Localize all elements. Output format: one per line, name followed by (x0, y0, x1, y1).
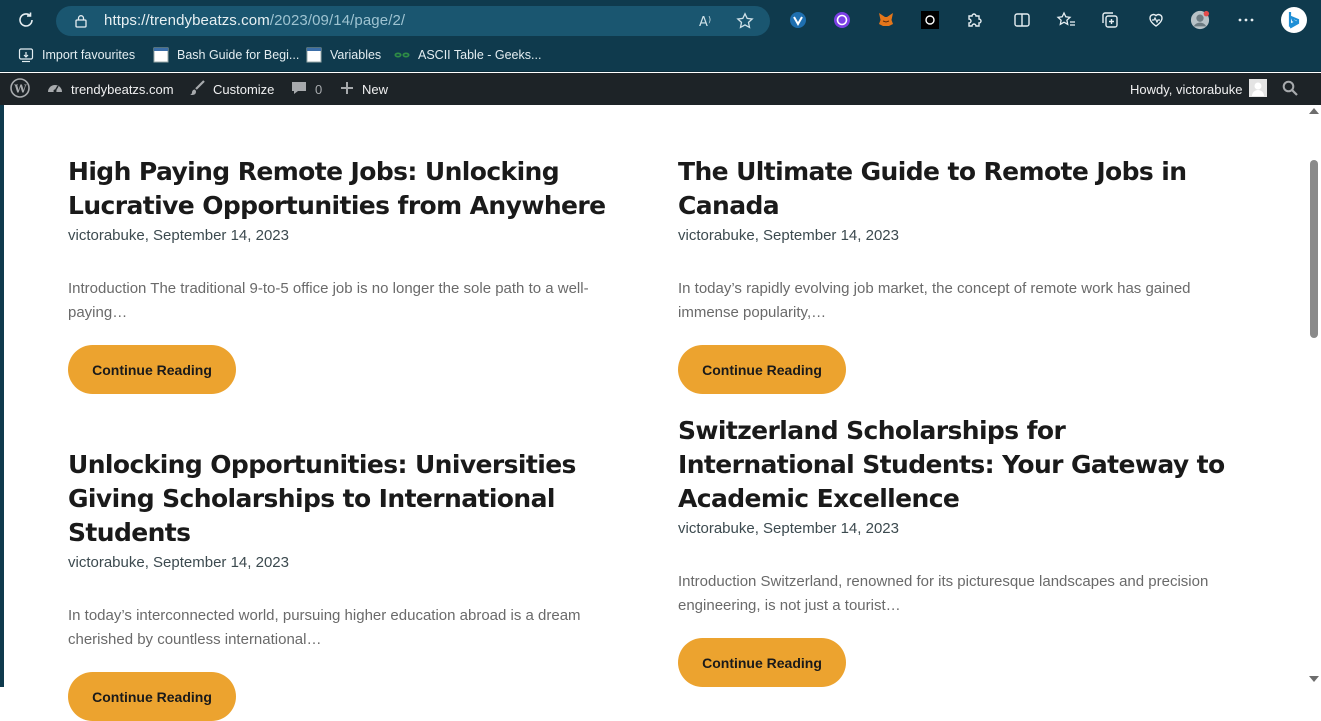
post-meta: victorabuke, September 14, 2023 (68, 227, 289, 244)
fav-label: Bash Guide for Begi... (177, 48, 300, 62)
address-bar[interactable]: https://trendybeatzs.com/2023/09/14/page… (56, 6, 770, 36)
post-card: Switzerland Scholarships for Internation… (678, 414, 1248, 687)
read-aloud-icon[interactable]: A) (698, 12, 716, 30)
dashboard-gauge-icon (46, 79, 64, 100)
favorites-bar: Import favourites Bash Guide for Begi...… (0, 40, 1321, 72)
post-excerpt: In today’s interconnected world, pursuin… (68, 607, 581, 648)
comments-count: 0 (315, 81, 323, 97)
continue-reading-button[interactable]: Continue Reading (678, 345, 846, 394)
profile-avatar-icon[interactable] (1190, 10, 1210, 30)
browser-toolbar: https://trendybeatzs.com/2023/09/14/page… (0, 0, 1321, 40)
site-name-link[interactable]: trendybeatzs.com (46, 73, 174, 105)
wp-admin-bar: W trendybeatzs.com Customize 0 New Howdy… (0, 73, 1321, 105)
brush-icon (188, 79, 206, 100)
post-card: High Paying Remote Jobs: Unlocking Lucra… (68, 155, 638, 394)
favorites-icon[interactable] (1056, 10, 1076, 30)
post-meta: victorabuke, September 14, 2023 (68, 554, 289, 571)
comment-bubble-icon (290, 79, 308, 100)
customize-link[interactable]: Customize (188, 73, 274, 105)
new-label: New (362, 81, 389, 97)
site-name-label: trendybeatzs.com (71, 81, 174, 97)
fav-variables[interactable]: Variables (306, 46, 381, 64)
fav-import-favourites[interactable]: Import favourites (18, 46, 135, 64)
wallet-extension-icon[interactable] (832, 10, 852, 30)
browser-essentials-icon[interactable] (1146, 10, 1166, 30)
svg-text:): ) (708, 15, 711, 24)
svg-text:A: A (699, 15, 708, 30)
geeksforgeeks-icon (394, 47, 410, 63)
post-meta: victorabuke, September 14, 2023 (678, 520, 899, 537)
post-title[interactable]: High Paying Remote Jobs: Unlocking Lucra… (68, 155, 638, 223)
user-avatar-icon (1249, 78, 1268, 100)
my-account-link[interactable]: Howdy, victorabuke (1130, 73, 1268, 105)
plus-icon (339, 80, 355, 99)
url-host: https://trendybeatzs.com (104, 12, 270, 29)
wordpress-logo-icon: W (10, 77, 30, 101)
split-screen-icon[interactable] (1012, 10, 1032, 30)
post-excerpt: Introduction The traditional 9-to-5 offi… (68, 280, 589, 321)
refresh-icon[interactable] (16, 10, 36, 30)
post-card: Unlocking Opportunities: Universities Gi… (68, 448, 638, 721)
fav-label: Import favourites (42, 48, 136, 62)
continue-reading-button[interactable]: Continue Reading (678, 638, 846, 687)
collections-icon[interactable] (1100, 10, 1120, 30)
page-favicon-icon (306, 47, 322, 63)
howdy-label: Howdy, victorabuke (1130, 81, 1243, 97)
post-excerpt: In today’s rapidly evolving job market, … (678, 280, 1191, 321)
lock-icon[interactable] (74, 14, 88, 28)
search-icon (1282, 80, 1298, 99)
page-favicon-icon (153, 47, 169, 63)
import-icon (18, 47, 34, 63)
post-title[interactable]: Switzerland Scholarships for Internation… (678, 414, 1248, 516)
admin-search-button[interactable] (1282, 73, 1298, 105)
wordpress-logo-button[interactable]: W (10, 73, 30, 105)
url-path: /2023/09/14/page/2/ (269, 12, 406, 29)
post-excerpt: Introduction Switzerland, renowned for i… (678, 573, 1209, 614)
post-title[interactable]: The Ultimate Guide to Remote Jobs in Can… (678, 155, 1248, 223)
chatgpt-extension-icon[interactable] (920, 10, 940, 30)
scroll-up-arrow-icon[interactable] (1309, 108, 1319, 114)
scrollbar-thumb[interactable] (1310, 160, 1318, 338)
continue-reading-button[interactable]: Continue Reading (68, 672, 236, 721)
url-text[interactable]: https://trendybeatzs.com/2023/09/14/page… (104, 12, 405, 29)
favorite-star-icon[interactable] (736, 12, 754, 30)
fav-ascii-table[interactable]: ASCII Table - Geeks... (394, 46, 541, 64)
post-card: The Ultimate Guide to Remote Jobs in Can… (678, 155, 1248, 394)
svg-text:W: W (13, 82, 27, 95)
scroll-down-arrow-icon[interactable] (1309, 676, 1319, 682)
more-options-icon[interactable] (1236, 10, 1256, 30)
post-title[interactable]: Unlocking Opportunities: Universities Gi… (68, 448, 638, 550)
post-meta: victorabuke, September 14, 2023 (678, 227, 899, 244)
vpn-extension-icon[interactable] (788, 10, 808, 30)
fav-label: ASCII Table - Geeks... (418, 48, 542, 62)
fav-bash-guide[interactable]: Bash Guide for Begi... (153, 46, 299, 64)
comments-link[interactable]: 0 (290, 73, 322, 105)
continue-reading-button[interactable]: Continue Reading (68, 345, 236, 394)
blog-archive-page: High Paying Remote Jobs: Unlocking Lucra… (4, 105, 1306, 721)
customize-label: Customize (213, 81, 275, 97)
extensions-puzzle-icon[interactable] (964, 10, 984, 30)
new-content-link[interactable]: New (339, 73, 388, 105)
bing-copilot-icon[interactable] (1280, 6, 1308, 34)
fav-label: Variables (330, 48, 382, 62)
metamask-fox-icon[interactable] (876, 10, 896, 30)
